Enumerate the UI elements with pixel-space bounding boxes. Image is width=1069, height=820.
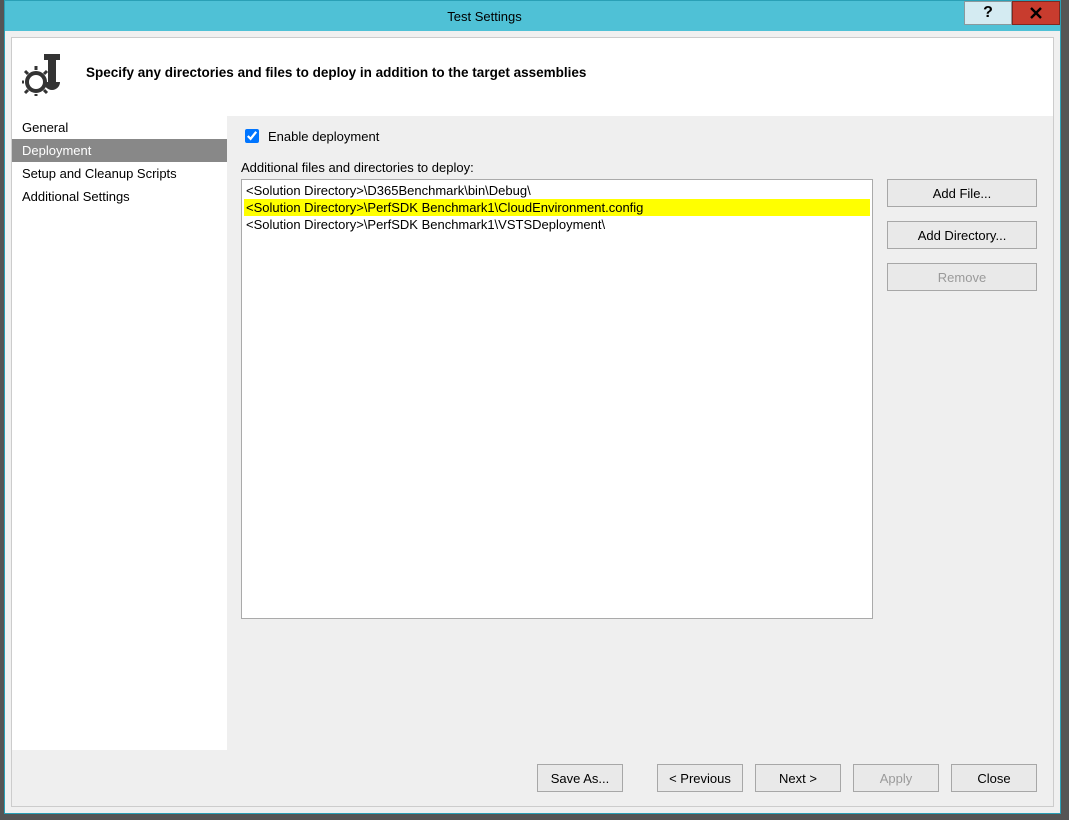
add-file-button[interactable]: Add File...	[887, 179, 1037, 207]
sidebar-item-deployment[interactable]: Deployment	[12, 139, 227, 162]
files-row: <Solution Directory>\D365Benchmark\bin\D…	[241, 179, 1037, 740]
previous-button[interactable]: < Previous	[657, 764, 743, 792]
list-item[interactable]: <Solution Directory>\D365Benchmark\bin\D…	[244, 182, 870, 199]
sidebar-item-general[interactable]: General	[12, 116, 227, 139]
save-as-button[interactable]: Save As...	[537, 764, 623, 792]
main-panel: Enable deployment Additional files and d…	[227, 116, 1053, 750]
sidebar: General Deployment Setup and Cleanup Scr…	[12, 116, 227, 750]
sidebar-item-setup-cleanup[interactable]: Setup and Cleanup Scripts	[12, 162, 227, 185]
spacer	[635, 764, 645, 792]
enable-deployment-label: Enable deployment	[268, 129, 379, 144]
page-title: Specify any directories and files to dep…	[86, 65, 586, 80]
apply-button: Apply	[853, 764, 939, 792]
help-button[interactable]: ?	[964, 1, 1012, 25]
files-list-label: Additional files and directories to depl…	[241, 160, 1037, 175]
titlebar-buttons: ?	[964, 1, 1060, 31]
close-icon	[1029, 6, 1043, 20]
enable-deployment-row[interactable]: Enable deployment	[241, 126, 1037, 146]
add-directory-button[interactable]: Add Directory...	[887, 221, 1037, 249]
close-button[interactable]: Close	[951, 764, 1037, 792]
dialog-footer: Save As... < Previous Next > Apply Close	[12, 750, 1053, 806]
files-listbox[interactable]: <Solution Directory>\D365Benchmark\bin\D…	[241, 179, 873, 619]
list-actions: Add File... Add Directory... Remove	[887, 179, 1037, 740]
dialog-window: Test Settings ?	[4, 0, 1061, 814]
dialog-header: Specify any directories and files to dep…	[12, 38, 1053, 116]
list-item[interactable]: <Solution Directory>\PerfSDK Benchmark1\…	[244, 199, 870, 216]
dialog-inner: Specify any directories and files to dep…	[11, 37, 1054, 807]
close-window-button[interactable]	[1012, 1, 1060, 25]
dialog-body: General Deployment Setup and Cleanup Scr…	[12, 116, 1053, 750]
window-title: Test Settings	[5, 9, 964, 24]
titlebar: Test Settings ?	[5, 1, 1060, 31]
sidebar-item-additional-settings[interactable]: Additional Settings	[12, 185, 227, 208]
deploy-icon	[22, 48, 70, 96]
list-item[interactable]: <Solution Directory>\PerfSDK Benchmark1\…	[244, 216, 870, 233]
remove-button: Remove	[887, 263, 1037, 291]
next-button[interactable]: Next >	[755, 764, 841, 792]
enable-deployment-checkbox[interactable]	[245, 129, 259, 143]
